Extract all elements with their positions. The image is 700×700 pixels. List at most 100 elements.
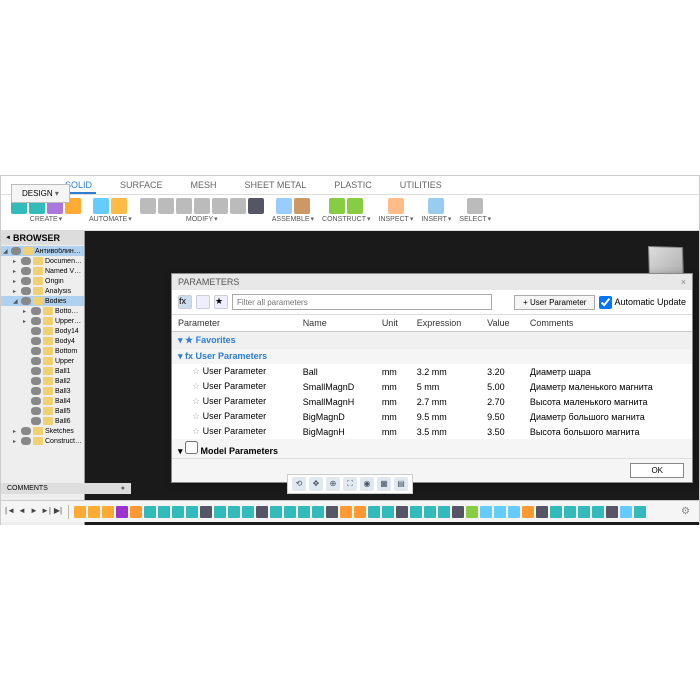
- timeline-feature-icon[interactable]: [438, 506, 450, 518]
- ribbon-group-label[interactable]: CONSTRUCT: [322, 215, 370, 223]
- parameter-row[interactable]: User ParameterBigMagnHmm3.5 mm3.50Высота…: [172, 424, 692, 439]
- timeline-control[interactable]: ◄: [17, 506, 27, 518]
- ribbon-group-label[interactable]: ASSEMBLE: [272, 215, 314, 223]
- add-user-parameter-button[interactable]: User Parameter: [514, 295, 595, 310]
- timeline-feature-icon[interactable]: [130, 506, 142, 518]
- ribbon-tool-icon[interactable]: [276, 198, 292, 214]
- timeline-feature-icon[interactable]: [284, 506, 296, 518]
- ribbon-tool-icon[interactable]: [140, 198, 156, 214]
- tree-node[interactable]: Upper: [1, 356, 84, 366]
- visibility-icon[interactable]: [31, 307, 41, 315]
- tree-node[interactable]: ▸Analysis: [1, 286, 84, 296]
- timeline-feature-icon[interactable]: [592, 506, 604, 518]
- timeline-feature-icon[interactable]: [74, 506, 86, 518]
- tree-node[interactable]: ▸Named Views: [1, 266, 84, 276]
- timeline-feature-icon[interactable]: [298, 506, 310, 518]
- visibility-icon[interactable]: [31, 367, 41, 375]
- look-icon[interactable]: ◉: [360, 477, 374, 491]
- tree-node[interactable]: Body4: [1, 336, 84, 346]
- timeline-feature-icon[interactable]: [578, 506, 590, 518]
- ribbon-tool-icon[interactable]: [230, 198, 246, 214]
- timeline-feature-icon[interactable]: [620, 506, 632, 518]
- ribbon-tool-icon[interactable]: [428, 198, 444, 214]
- automatic-update-checkbox[interactable]: Automatic Update: [599, 296, 686, 309]
- timeline-feature-icon[interactable]: [634, 506, 646, 518]
- timeline-feature-icon[interactable]: [312, 506, 324, 518]
- ribbon-group-label[interactable]: INSERT: [421, 215, 451, 223]
- ribbon-tool-icon[interactable]: [467, 198, 483, 214]
- ribbon-tool-icon[interactable]: [158, 198, 174, 214]
- visibility-icon[interactable]: [31, 417, 41, 425]
- timeline-feature-icon[interactable]: [494, 506, 506, 518]
- close-icon[interactable]: ×: [681, 277, 686, 287]
- ribbon-tool-icon[interactable]: [111, 198, 127, 214]
- tab-plastic[interactable]: PLASTIC: [330, 178, 376, 194]
- favorites-section[interactable]: Favorites: [172, 332, 692, 350]
- visibility-icon[interactable]: [21, 267, 31, 275]
- tree-node[interactable]: ▸Document Settings: [1, 256, 84, 266]
- timeline-control[interactable]: ►|: [41, 506, 51, 518]
- visibility-icon[interactable]: [31, 317, 41, 325]
- pan-icon[interactable]: ✥: [309, 477, 323, 491]
- column-header[interactable]: Name: [297, 315, 376, 332]
- timeline-feature-icon[interactable]: [116, 506, 128, 518]
- timeline-feature-icon[interactable]: [354, 506, 366, 518]
- tree-node[interactable]: Ball3: [1, 386, 84, 396]
- parameters-grid[interactable]: ParameterNameUnitExpressionValueComments…: [172, 315, 692, 458]
- tree-node[interactable]: ▸Bottom_p: [1, 306, 84, 316]
- timeline-feature-icon[interactable]: [368, 506, 380, 518]
- timeline-feature-icon[interactable]: [522, 506, 534, 518]
- tab-sheet-metal[interactable]: SHEET METAL: [241, 178, 311, 194]
- ribbon-tool-icon[interactable]: [347, 198, 363, 214]
- timeline-feature-icon[interactable]: [88, 506, 100, 518]
- ribbon-tool-icon[interactable]: [248, 198, 264, 214]
- ribbon-group-label[interactable]: MODIFY: [186, 215, 218, 223]
- visibility-icon[interactable]: [31, 387, 41, 395]
- user-parameters-section[interactable]: User Parameters: [172, 349, 692, 364]
- tab-mesh[interactable]: MESH: [187, 178, 221, 194]
- timeline-feature-icon[interactable]: [186, 506, 198, 518]
- visibility-icon[interactable]: [31, 407, 41, 415]
- timeline-feature-icon[interactable]: [200, 506, 212, 518]
- visibility-icon[interactable]: [31, 347, 41, 355]
- tree-node[interactable]: ◢Антивоблинго…: [1, 246, 84, 256]
- tree-node[interactable]: ▸Origin: [1, 276, 84, 286]
- ribbon-tool-icon[interactable]: [93, 198, 109, 214]
- parameter-row[interactable]: User ParameterSmallMagnDmm5 mm5.00Диамет…: [172, 379, 692, 394]
- parameter-row[interactable]: User ParameterBallmm3.2 mm3.20Диаметр ша…: [172, 364, 692, 379]
- orbit-icon[interactable]: ⟲: [292, 477, 306, 491]
- timeline-feature-icon[interactable]: [228, 506, 240, 518]
- ribbon-tool-icon[interactable]: [294, 198, 310, 214]
- visibility-icon[interactable]: [21, 287, 31, 295]
- tree-node[interactable]: Bottom: [1, 346, 84, 356]
- tree-node[interactable]: Body14: [1, 326, 84, 336]
- column-header[interactable]: Expression: [411, 315, 481, 332]
- timeline-feature-icon[interactable]: [242, 506, 254, 518]
- visibility-icon[interactable]: [31, 327, 41, 335]
- timeline-feature-icon[interactable]: [466, 506, 478, 518]
- tree-node[interactable]: Ball2: [1, 376, 84, 386]
- ok-button[interactable]: OK: [630, 463, 684, 478]
- timeline-feature-icon[interactable]: [480, 506, 492, 518]
- tree-node[interactable]: ◢Bodies: [1, 296, 84, 306]
- ribbon-tool-icon[interactable]: [212, 198, 228, 214]
- timeline-feature-icon[interactable]: [550, 506, 562, 518]
- visibility-icon[interactable]: [21, 277, 31, 285]
- model-parameters-section[interactable]: Model Parameters: [172, 439, 692, 458]
- ribbon-tool-icon[interactable]: [176, 198, 192, 214]
- timeline-feature-icon[interactable]: [214, 506, 226, 518]
- filter-input[interactable]: [232, 294, 492, 310]
- tree-node[interactable]: Ball1: [1, 366, 84, 376]
- ribbon-group-label[interactable]: SELECT: [459, 215, 491, 223]
- visibility-icon[interactable]: [21, 437, 31, 445]
- column-header[interactable]: Value: [481, 315, 524, 332]
- timeline-feature-icon[interactable]: [410, 506, 422, 518]
- ribbon-group-label[interactable]: INSPECT: [379, 215, 414, 223]
- visibility-icon[interactable]: [31, 357, 41, 365]
- timeline-feature-icon[interactable]: [340, 506, 352, 518]
- zoom-icon[interactable]: ⊕: [326, 477, 340, 491]
- visibility-icon[interactable]: [31, 377, 41, 385]
- parameter-row[interactable]: User ParameterSmallMagnHmm2.7 mm2.70Высо…: [172, 394, 692, 409]
- timeline-feature-icon[interactable]: [144, 506, 156, 518]
- ribbon-tool-icon[interactable]: [329, 198, 345, 214]
